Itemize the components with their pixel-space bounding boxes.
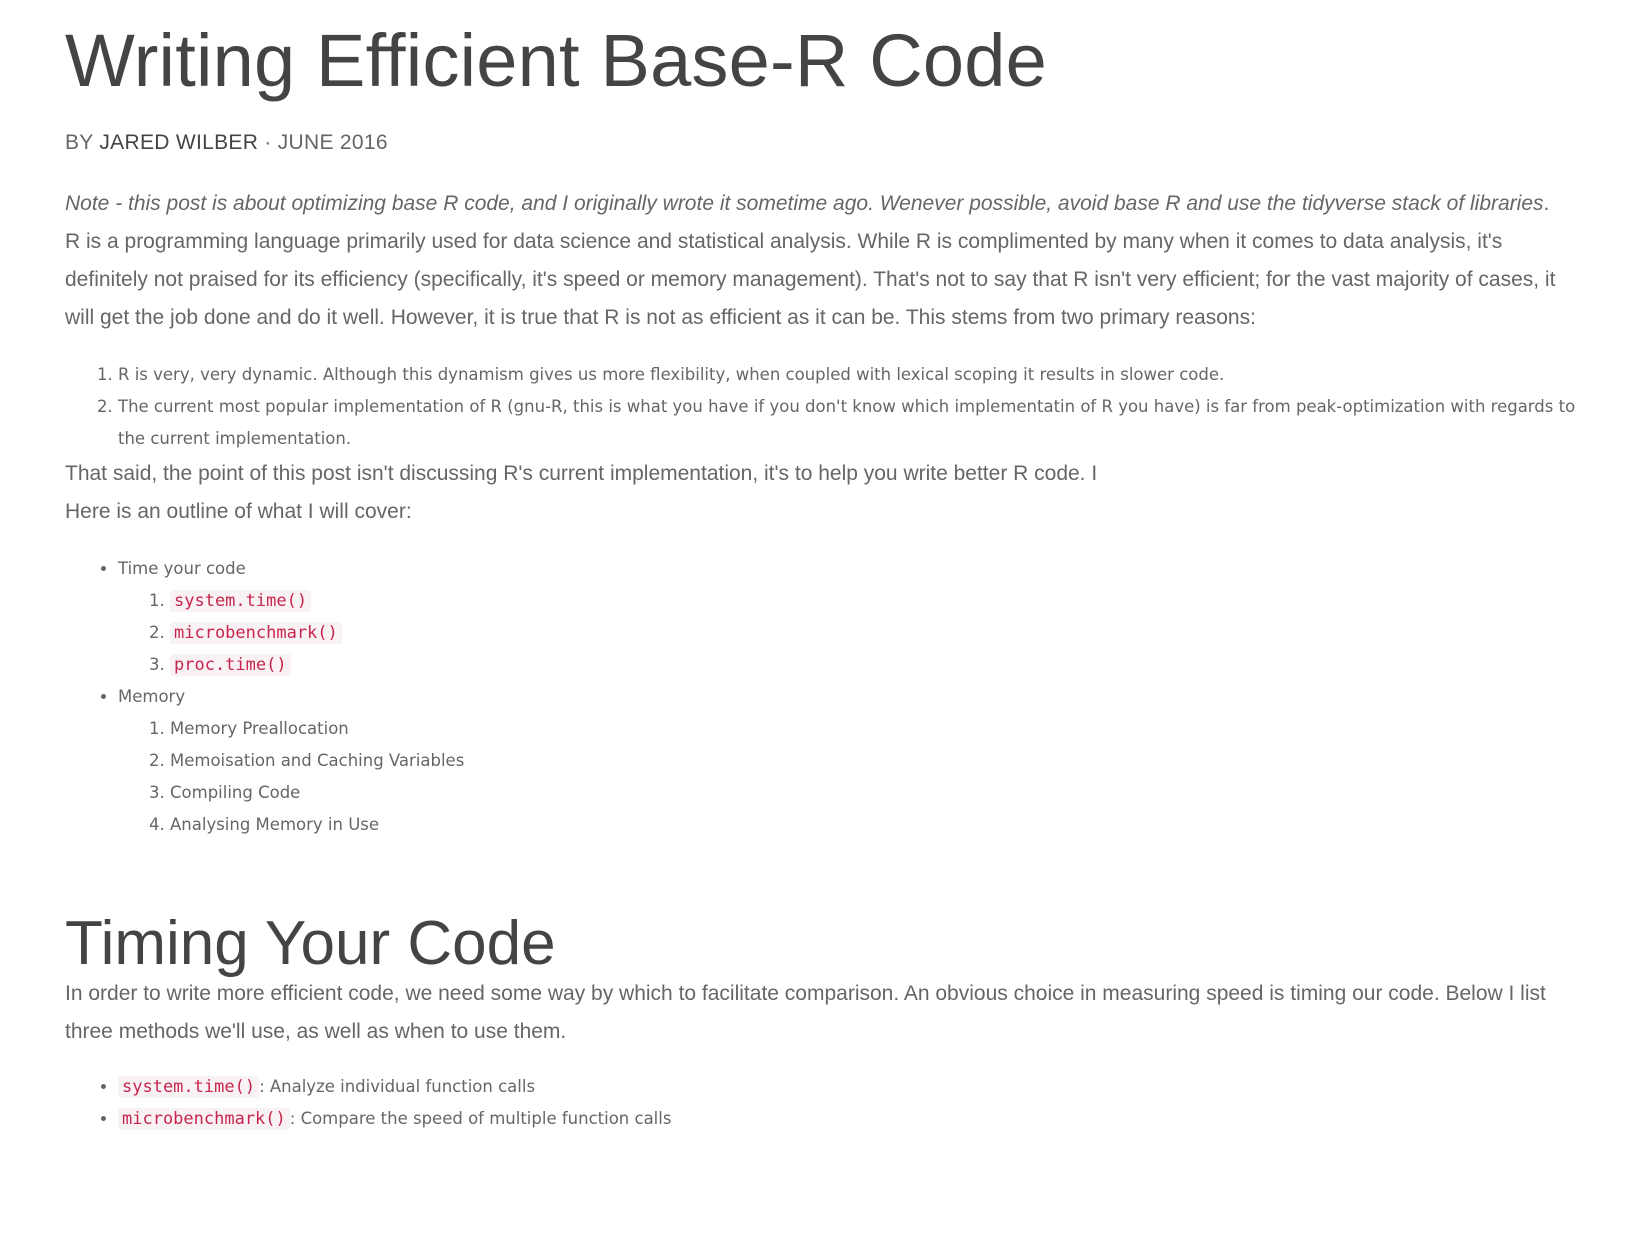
outline-list: Time your code system.time() microbenchm… [65,553,1585,841]
list-item: microbenchmark(): Compare the speed of m… [118,1103,1585,1135]
note-tail: . [1543,192,1550,215]
methods-list: system.time(): Analyze individual functi… [65,1071,1585,1135]
code-proc-time: proc.time() [170,654,291,676]
code-microbenchmark: microbenchmark() [118,1108,290,1130]
method-description: : Analyze individual function calls [259,1077,536,1096]
intro-paragraph: R is a programming language primarily us… [65,230,1556,329]
note-text: Note - this post is about optimizing bas… [65,192,1544,215]
list-item: proc.time() [170,649,1585,681]
list-item: Compiling Code [170,777,1585,809]
author-link[interactable]: JARED WILBER [99,131,258,154]
page-title: Writing Efficient Base-R Code [65,19,1047,102]
byline-separator: · [258,131,278,154]
list-item: R is very, very dynamic. Although this d… [118,359,1585,391]
outline-label: Memory [118,687,186,706]
code-microbenchmark: microbenchmark() [170,622,342,644]
article-page: Writing Efficient Base-R Code BY JARED W… [0,0,1585,1135]
outline-intro: Here is an outline of what I will cover: [65,500,412,523]
list-item: Memory Preallocation [170,713,1585,745]
code-system-time: system.time() [118,1076,260,1098]
byline: BY JARED WILBER · JUNE 2016 [65,131,1585,155]
list-item: system.time(): Analyze individual functi… [118,1071,1585,1103]
memory-sublist: Memory Preallocation Memoisation and Cac… [118,713,1585,841]
list-item: microbenchmark() [170,617,1585,649]
list-item: Memoisation and Caching Variables [170,745,1585,777]
outline-item-time: Time your code system.time() microbenchm… [118,553,1585,681]
reasons-list: R is very, very dynamic. Although this d… [65,359,1585,455]
post-date: JUNE 2016 [277,131,388,154]
code-system-time: system.time() [170,590,312,612]
that-said-paragraph: That said, the point of this post isn't … [65,462,1098,485]
outline-item-memory: Memory Memory Preallocation Memoisation … [118,681,1585,841]
time-sublist: system.time() microbenchmark() proc.time… [118,585,1585,681]
outline-label: Time your code [118,559,246,578]
section-heading-timing: Timing Your Code [65,909,556,978]
list-item: Analysing Memory in Use [170,809,1585,841]
tidyverse-note: Note - this post is about optimizing bas… [65,185,1585,223]
list-item: The current most popular implementation … [118,391,1585,455]
timing-paragraph: In order to write more efficient code, w… [65,982,1546,1043]
method-description: : Compare the speed of multiple function… [289,1109,672,1128]
list-item: system.time() [170,585,1585,617]
byline-prefix: BY [65,131,100,154]
